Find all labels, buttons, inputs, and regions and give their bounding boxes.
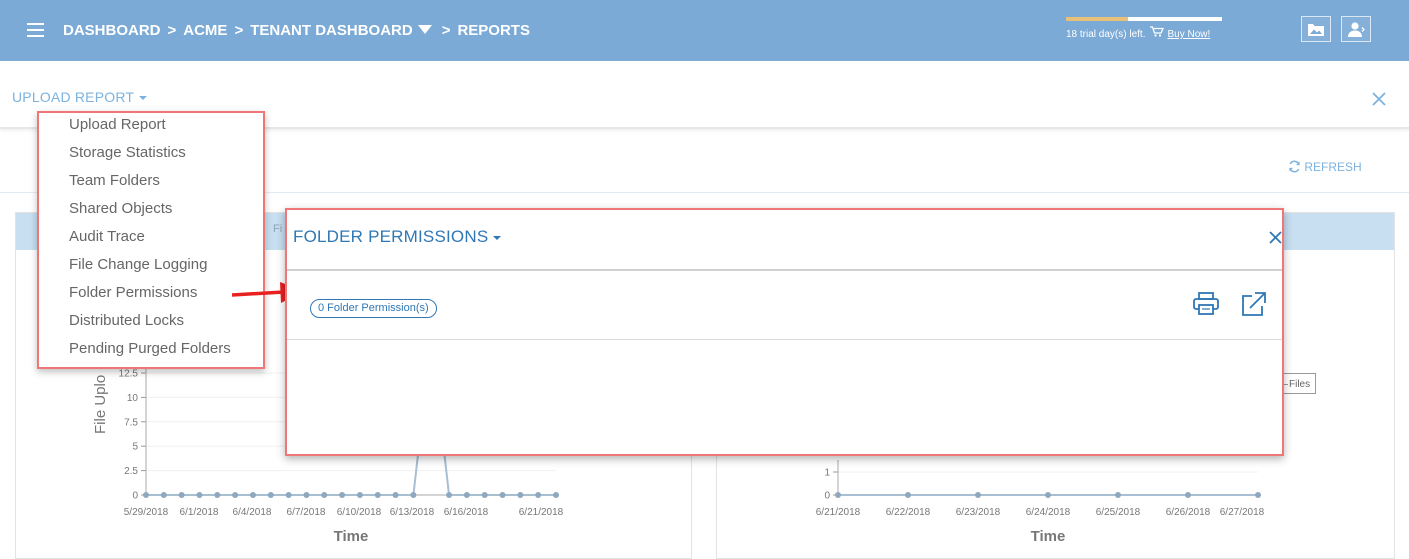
data-point: [975, 492, 981, 498]
y-tick-label: 5: [132, 442, 138, 453]
x-tick-label: 6/4/2018: [233, 507, 272, 518]
data-point: [499, 492, 506, 498]
export-icon[interactable]: [1241, 291, 1267, 322]
data-point: [553, 492, 559, 498]
x-axis-title: Time: [334, 528, 369, 545]
folder-permission-count-badge: 0 Folder Permission(s): [310, 299, 437, 318]
x-tick-label: 6/21/2018: [816, 507, 861, 518]
dropdown-item-folder-permissions[interactable]: Folder Permissions: [69, 284, 197, 301]
data-point: [374, 492, 381, 498]
data-point: [249, 492, 256, 498]
dropdown-item-shared-objects[interactable]: Shared Objects: [69, 200, 172, 217]
dropdown-item-distributed-locks[interactable]: Distributed Locks: [69, 312, 184, 329]
data-point: [285, 492, 292, 498]
data-point: [392, 492, 399, 498]
folder-permissions-panel: FOLDER PERMISSIONS 0 Folder Permission(s…: [285, 208, 1284, 456]
divider: [287, 269, 1282, 271]
data-point: [339, 492, 346, 498]
data-point: [535, 492, 542, 498]
data-point: [835, 492, 841, 498]
data-point: [303, 492, 310, 498]
data-point: [267, 492, 274, 498]
report-type-dropdown: Upload Report Storage Statistics Team Fold…: [37, 111, 265, 369]
data-point: [321, 492, 328, 498]
folder-permissions-title: FOLDER PERMISSIONS: [293, 227, 489, 246]
close-icon[interactable]: [1269, 231, 1282, 249]
data-point: [517, 492, 524, 498]
x-tick-label: 6/26/2018: [1166, 507, 1211, 518]
data-point: [410, 492, 417, 498]
dropdown-item-pending-purged-folders[interactable]: Pending Purged Folders: [69, 340, 231, 357]
x-tick-label: 6/16/2018: [444, 507, 489, 518]
x-axis-title: Time: [1031, 528, 1066, 545]
x-tick-label: 6/23/2018: [956, 507, 1001, 518]
x-tick-label: 6/7/2018: [287, 507, 326, 518]
data-point: [196, 492, 203, 498]
data-point: [1045, 492, 1051, 498]
x-tick-label: 6/21/2018: [519, 507, 564, 518]
legend-files: Files: [1280, 373, 1316, 394]
x-tick-label: 6/25/2018: [1096, 507, 1141, 518]
y-tick-label: 0: [132, 491, 138, 502]
y-tick-label: 7.5: [124, 417, 138, 428]
y-tick-label: 10: [127, 393, 139, 404]
x-tick-label: 6/24/2018: [1026, 507, 1071, 518]
dropdown-item-upload-report[interactable]: Upload Report: [69, 116, 166, 133]
data-point: [1185, 492, 1191, 498]
data-point: [232, 492, 239, 498]
data-point: [356, 492, 363, 498]
x-tick-label: 6/22/2018: [886, 507, 931, 518]
y-tick-label: 12.5: [119, 369, 139, 380]
y-tick-label: 1: [824, 468, 830, 479]
dropdown-item-file-change-logging[interactable]: File Change Logging: [69, 256, 207, 273]
dropdown-item-team-folders[interactable]: Team Folders: [69, 172, 160, 189]
caret-down-icon: [493, 235, 502, 240]
x-tick-label: 5/29/2018: [124, 507, 169, 518]
x-tick-label: 6/10/2018: [337, 507, 382, 518]
data-point: [214, 492, 221, 498]
print-icon[interactable]: [1193, 292, 1219, 321]
dropdown-item-audit-trace[interactable]: Audit Trace: [69, 228, 145, 245]
x-tick-label: 6/1/2018: [180, 507, 219, 518]
data-point: [160, 492, 167, 498]
folder-permissions-selector[interactable]: FOLDER PERMISSIONS: [293, 227, 502, 247]
x-tick-label: 6/13/2018: [390, 507, 435, 518]
y-axis-title: File Uplo: [92, 375, 109, 434]
data-point: [178, 492, 185, 498]
dropdown-item-storage-statistics[interactable]: Storage Statistics: [69, 144, 186, 161]
data-point: [446, 492, 453, 498]
data-point: [905, 492, 911, 498]
data-point: [481, 492, 488, 498]
divider: [287, 339, 1282, 340]
x-tick-label: 6/27/2018: [1220, 507, 1265, 518]
y-tick-label: 0: [824, 491, 830, 502]
data-point: [1255, 492, 1261, 498]
data-point: [1115, 492, 1121, 498]
y-tick-label: 2.5: [124, 466, 138, 477]
data-point: [463, 492, 470, 498]
data-point: [143, 492, 149, 498]
